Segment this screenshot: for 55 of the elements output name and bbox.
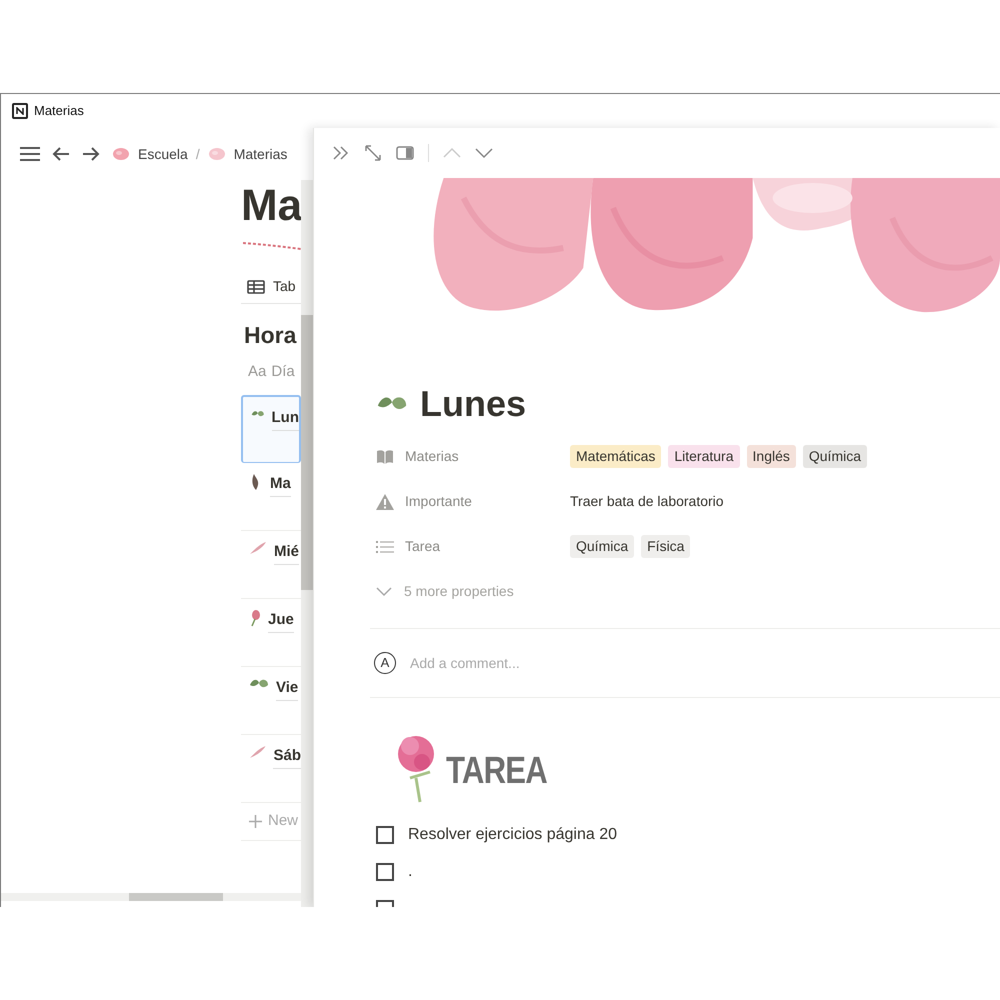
chevron-down-icon[interactable] (475, 147, 493, 159)
title-column-icon: Aa (248, 360, 266, 383)
breadcrumb-link[interactable]: Escuela (138, 144, 188, 164)
checkbox[interactable] (376, 862, 394, 880)
list-icon (376, 540, 394, 554)
row-title: Jue (268, 609, 294, 632)
warning-icon (375, 492, 395, 510)
back-arrow-icon[interactable] (52, 146, 70, 162)
vertical-scrollbar[interactable] (301, 180, 313, 907)
flower-icon (112, 147, 130, 161)
todo-text: . (408, 862, 412, 882)
feather-icon (249, 541, 267, 555)
todo-text: Resolver ejercicios página 20 (408, 824, 617, 844)
tag: Química (802, 445, 867, 468)
chevron-down-icon (376, 586, 392, 596)
tag: Física (641, 535, 690, 558)
flower-icon (208, 147, 226, 161)
tag: Inglés (746, 445, 796, 468)
page-title: Lunes (420, 382, 526, 426)
double-chevron-icon[interactable] (332, 146, 350, 160)
row-title: Mié (274, 541, 300, 564)
floral-divider-icon (243, 240, 301, 252)
table-icon (247, 280, 265, 294)
row-title: Ma (270, 473, 291, 496)
comment-field[interactable]: Add a comment... (410, 652, 710, 674)
column-header: Día (271, 362, 295, 382)
section-heading: Hora (243, 321, 298, 350)
property-label: Materias (405, 447, 459, 466)
table-row[interactable]: Lun (241, 395, 301, 463)
side-panel-icon[interactable] (396, 146, 414, 160)
feather-icon (249, 745, 266, 759)
row-title: Vie (276, 677, 298, 700)
page-title: Ma (241, 180, 301, 232)
forward-arrow-icon[interactable] (82, 146, 100, 162)
view-tab[interactable]: Tab (273, 276, 296, 297)
menu-icon[interactable] (20, 146, 40, 162)
breadcrumb-separator: / (196, 144, 200, 164)
horizontal-scrollbar[interactable] (1, 893, 301, 901)
tag: Química (570, 535, 634, 558)
breadcrumb-link[interactable]: Materias (234, 144, 288, 164)
avatar: A (374, 652, 396, 674)
app-logo-icon (12, 103, 28, 119)
property-label: Tarea (405, 537, 440, 556)
section-heading: TAREA (446, 748, 547, 794)
bud-icon (249, 609, 261, 627)
tag: Literatura (668, 445, 740, 468)
row-title: Lun (272, 407, 299, 430)
property-value: Traer bata de laboratorio (570, 492, 724, 511)
tag: Matemáticas (570, 445, 662, 468)
property-label: Importante (405, 492, 472, 511)
expand-icon[interactable] (364, 144, 382, 162)
checkbox[interactable] (376, 826, 394, 844)
window-title: Materias (34, 102, 84, 120)
plus-icon (249, 815, 262, 828)
book-icon (376, 448, 394, 464)
